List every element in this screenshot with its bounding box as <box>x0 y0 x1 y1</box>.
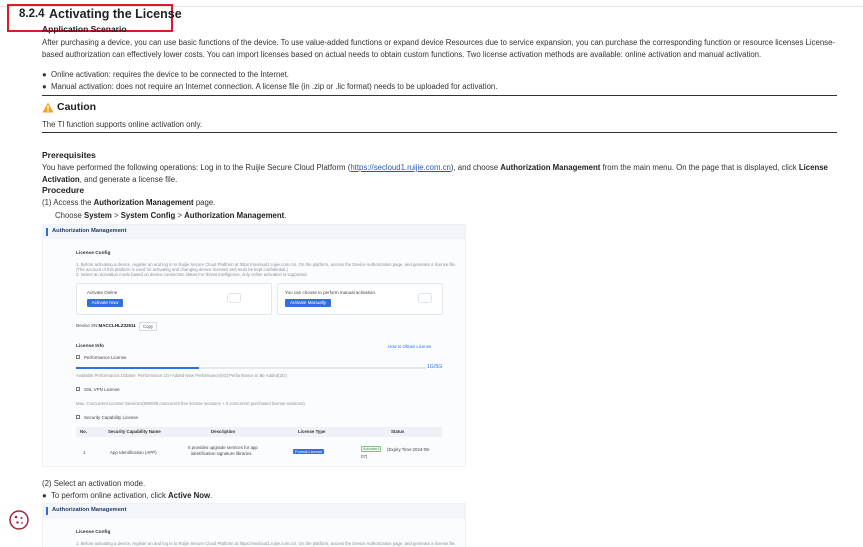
step-1-num: (1) <box>42 198 52 207</box>
caution-text: The TI function supports online activati… <box>42 120 203 129</box>
security-license-icon <box>76 415 80 419</box>
authorization-screenshot-2: Authorization Management License Config … <box>42 503 466 547</box>
performance-license-icon <box>76 355 80 359</box>
bullet-dot: ● <box>42 70 47 79</box>
performance-progress <box>76 367 426 369</box>
row-desc-1: It provides upgrade services for app <box>188 445 258 450</box>
bullet-online-text: Online activation: requires the device t… <box>51 70 289 79</box>
step-2-num: (2) <box>42 479 52 488</box>
performance-note: Available Performance:1Gbase: Performanc… <box>76 373 229 378</box>
device-sn-value: MACCLHLZ32511 <box>98 323 136 328</box>
prereq-part3: from the main menu. On the page that is … <box>600 163 799 172</box>
performance-license-label: Performance License <box>84 355 127 360</box>
prerequisites-heading: Prerequisites <box>42 150 96 160</box>
manual-activation-card: You can choose to perform manual activat… <box>277 283 443 315</box>
prereq-bold1: Authorization Management <box>500 163 601 172</box>
ssl-note: Max. Concurrent License Sessions(590/0/8… <box>76 401 305 406</box>
path-system-config: System Config <box>120 211 176 220</box>
prerequisites-paragraph: You have performed the following operati… <box>42 162 842 185</box>
col-name: Security Capability Name <box>108 429 161 434</box>
step-1: (1) Access the Authorization Management … <box>42 198 215 207</box>
bullet-online: ● Online activation: requires the device … <box>42 70 289 79</box>
bullet-3-bold: Active Now <box>168 491 211 500</box>
license-info-label: License Info <box>76 344 104 349</box>
activate-now-button[interactable]: Activate Now <box>87 299 123 307</box>
performance-progress-fill <box>76 367 199 369</box>
step-2: (2) Select an activation mode. <box>42 479 145 488</box>
header-accent-bar <box>46 228 48 236</box>
bullet-3-text: To perform online activation, click <box>51 491 169 500</box>
cookie-icon[interactable] <box>9 510 29 530</box>
path-authorization: Authorization Management <box>184 211 285 220</box>
section-number: 8.2.4 <box>19 8 45 20</box>
row-desc-2: identification signature libraries. <box>191 451 253 456</box>
caution-bottom-rule <box>42 132 837 133</box>
caution-icon <box>42 102 54 113</box>
col-status: Status <box>391 429 405 434</box>
choose-text: Choose <box>55 211 85 220</box>
shot1-header-title: Authorization Management <box>52 228 127 234</box>
row-expiry-2: 07) <box>361 454 368 459</box>
shot2-license-config-label: License Config <box>76 530 111 535</box>
step-1-bold: Authorization Management <box>93 198 194 207</box>
secloud-link[interactable]: https://secloud1.ruijie.com.cn <box>350 163 451 172</box>
step-1-text: Access the <box>53 198 94 207</box>
shot2-config-note-1: 1. Before activating a device, register … <box>76 541 457 546</box>
formal-license-tag: Formal License <box>293 449 325 454</box>
activate-manually-button[interactable]: Activate Manually <box>285 299 331 307</box>
row-expiry: (Expiry Time:2024-08- <box>387 447 431 452</box>
section-title: Activating the License <box>49 7 182 21</box>
header-accent-bar <box>46 507 48 515</box>
license-config-label: License Config <box>76 251 111 256</box>
col-no: No. <box>80 429 88 434</box>
shot1-header: Authorization Management <box>43 225 465 239</box>
performance-note-2: Performance to Be Added(2G) <box>229 373 287 378</box>
bullet-online-activation: ● To perform online activation, click Act… <box>42 491 212 500</box>
caution-title: Caution <box>57 101 97 113</box>
config-note-3: 2. Select an activation mode based on de… <box>76 272 308 277</box>
step-2-text: Select an activation mode. <box>53 479 146 488</box>
bullet-dot: ● <box>42 491 47 500</box>
path-system: System <box>84 211 112 220</box>
path-sep: > <box>175 211 185 220</box>
bullet-dot: ● <box>42 82 47 91</box>
online-label: Activate Online <box>87 290 118 295</box>
row-name: App Identification (APP) <box>110 450 157 455</box>
authorization-screenshot-1: Authorization Management License Config … <box>42 224 466 467</box>
performance-value: 1G/5G <box>427 364 443 370</box>
device-sn-row: Device SN:MACCLHLZ32511 <box>76 323 136 328</box>
caution-top-rule <box>42 95 837 96</box>
menu-path: Choose System > System Config > Authoriz… <box>55 211 286 220</box>
bullet-3-end: . <box>210 491 213 500</box>
scenario-heading: Application Scenario <box>42 24 127 34</box>
online-activation-card: Activate Online Activate Now <box>76 283 272 315</box>
prereq-part1: You have performed the following operati… <box>42 163 351 172</box>
shot2-header-title: Authorization Management <box>52 507 127 513</box>
device-sn-label: Device SN: <box>76 323 99 328</box>
path-period: . <box>284 211 287 220</box>
step-1-end: page. <box>193 198 216 207</box>
ssl-license-icon <box>76 387 80 391</box>
activated-status-tag: Activated <box>361 446 381 452</box>
scenario-paragraph: After purchasing a device, you can use b… <box>42 38 836 59</box>
bullet-manual: ● Manual activation: does not require an … <box>42 82 497 91</box>
path-sep: > <box>111 211 121 220</box>
shot2-header: Authorization Management <box>43 504 465 518</box>
prereq-part4: , and generate a license file. <box>79 174 178 184</box>
manual-illustration-icon <box>418 293 432 303</box>
col-description: Description <box>211 429 236 434</box>
how-to-obtain-link[interactable]: How to Obtain License <box>388 344 431 349</box>
ssl-license-label: SSL VPN License <box>84 387 120 392</box>
bullet-manual-text: Manual activation: does not require an I… <box>51 82 498 91</box>
prereq-part2: ), and choose <box>450 163 501 172</box>
security-table-header: No. Security Capability Name Description… <box>76 427 442 437</box>
security-license-label: Security Capability License <box>84 415 139 420</box>
online-illustration-icon <box>227 293 241 303</box>
row-no: 1 <box>83 450 86 455</box>
manual-label: You can choose to perform manual activat… <box>285 290 377 295</box>
copy-button[interactable]: Copy <box>139 322 157 331</box>
procedure-heading: Procedure <box>42 185 85 195</box>
col-license-type: License Type <box>298 429 326 434</box>
